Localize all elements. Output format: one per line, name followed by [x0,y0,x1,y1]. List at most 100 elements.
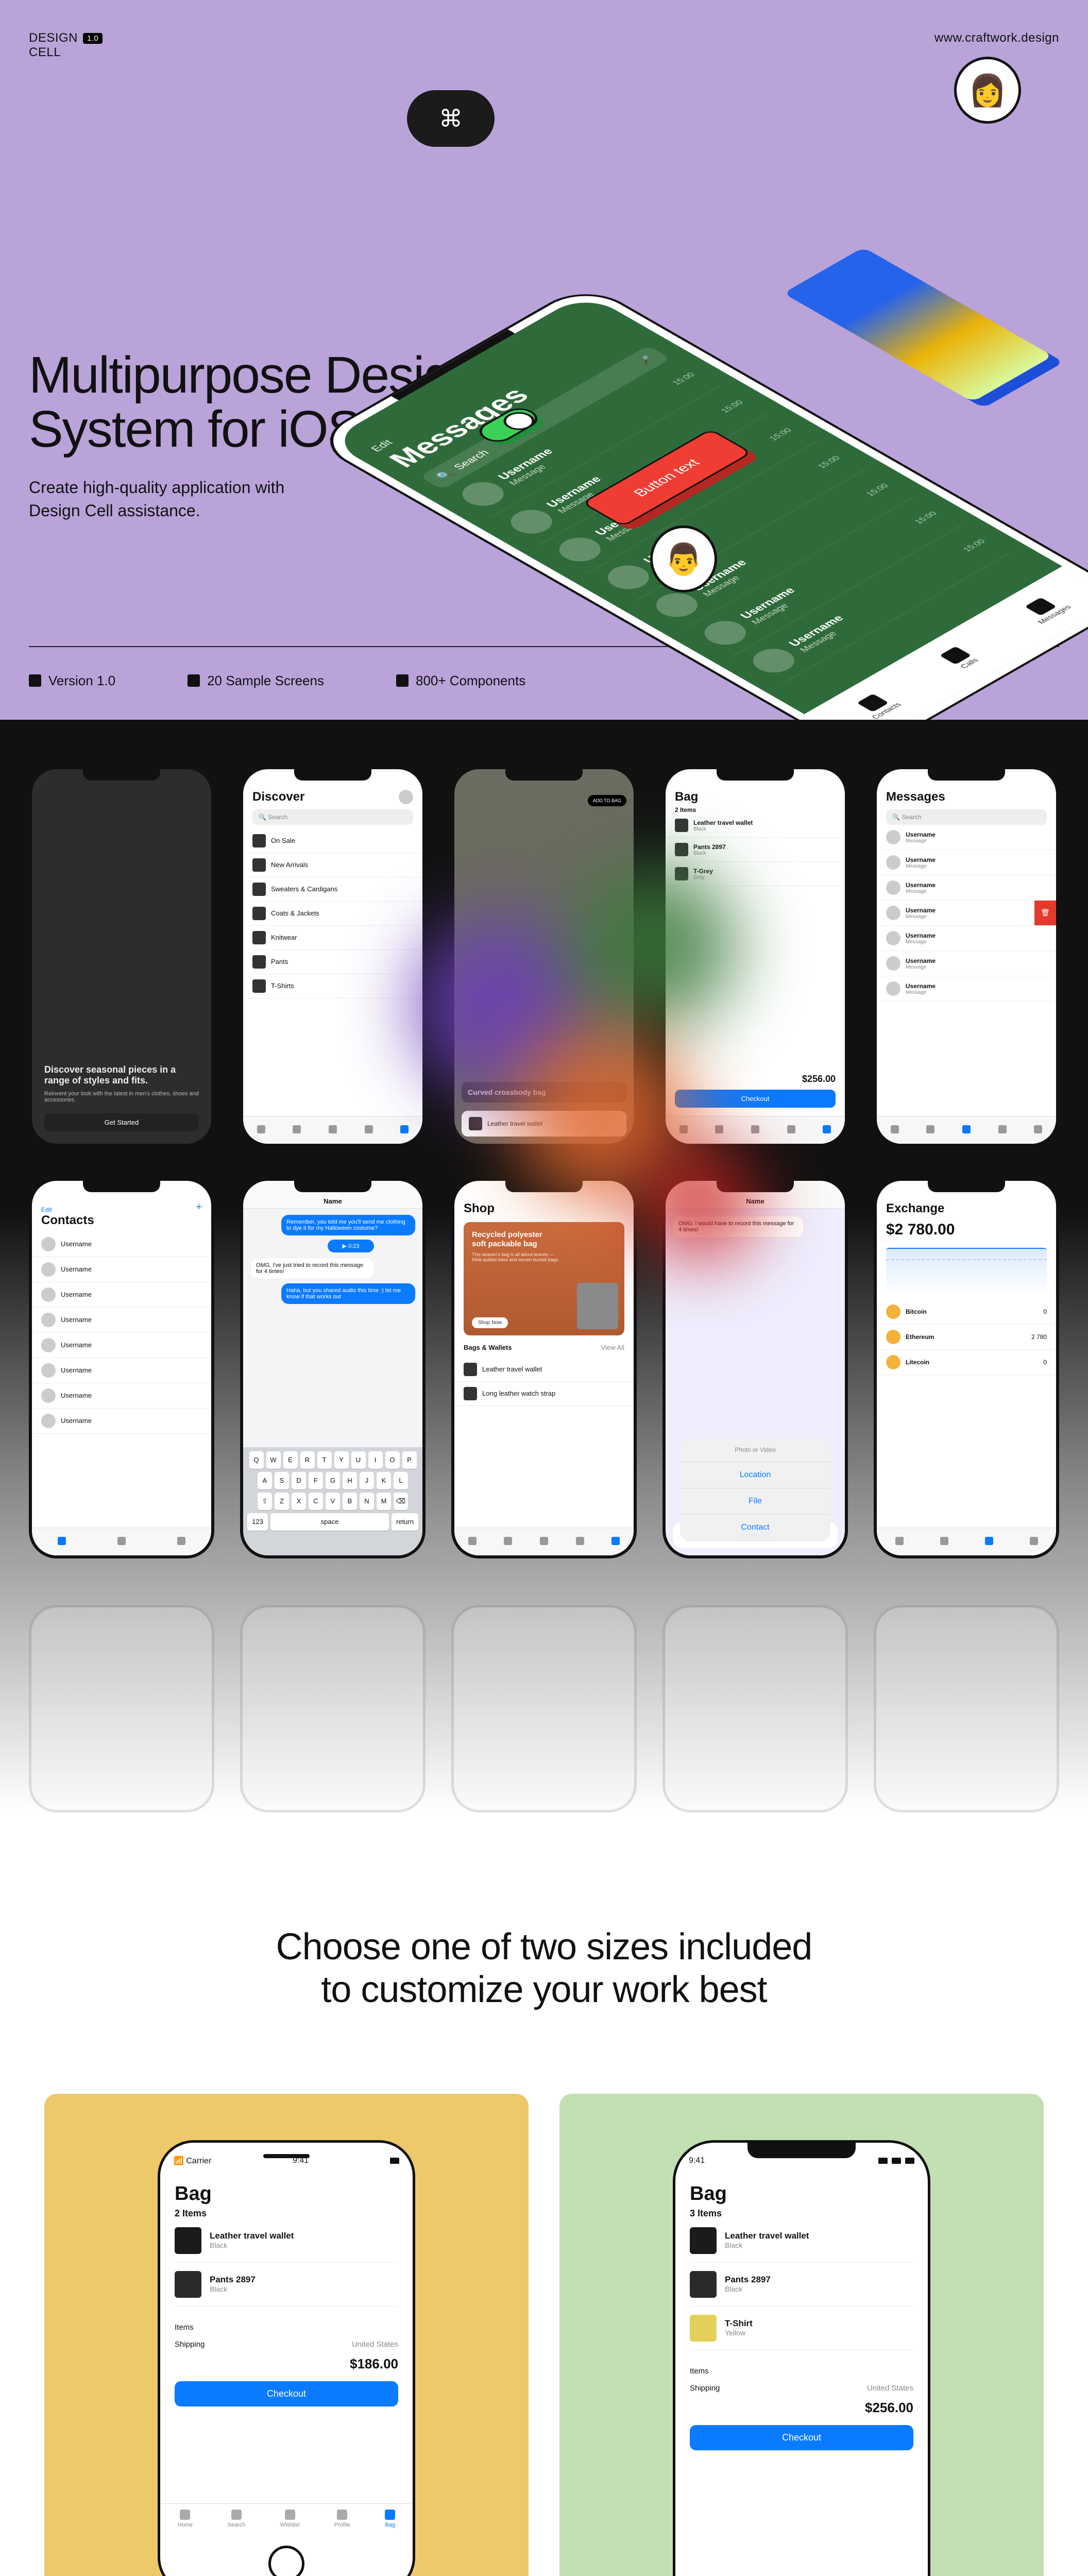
message-row[interactable]: UsernameMessage 15:00 [733,526,1010,685]
search-input[interactable]: 🔍 Search [252,809,413,825]
category-row[interactable]: Sweaters & Cardigans [243,877,422,902]
category-row[interactable]: New Arrivals [243,853,422,877]
mockup-contacts: Edit + Contacts UsernameUsernameUsername… [29,1178,214,1558]
shop-row[interactable]: Long leather watch strap [454,1382,634,1406]
version-badge: 1.0 [83,33,103,44]
contact-row[interactable]: Username [32,1232,211,1257]
alt-product[interactable]: Leather travel wallet [462,1111,626,1137]
search-input[interactable]: 🔍 Search [886,809,1047,825]
command-icon: ⌘ [407,90,495,147]
bag-item[interactable]: Leather travel walletBlack [666,814,845,838]
bag-item[interactable]: Leather travel walletBlack [175,2219,398,2263]
iphone-se-mockup: 📶 Carrier9:41 Bag 2 Items Leather travel… [158,2140,415,2576]
shop-hero-card[interactable]: Recycled polyestersoft packable bag This… [464,1222,624,1335]
tab-bag[interactable]: Bag [385,2510,395,2528]
add-icon[interactable]: + [196,1201,202,1213]
hero-subtitle: Create high-quality application withDesi… [29,476,364,522]
message-row[interactable]: UsernameMessage [877,850,1056,875]
bag-item[interactable]: Pants 2897Black [690,2263,913,2307]
tab-bar [243,1116,422,1144]
contact-row[interactable]: Username [32,1308,211,1333]
tab-home[interactable]: Home [178,2510,193,2528]
sheet-option[interactable]: File [680,1488,830,1515]
ghost-row [29,1605,1059,1812]
delete-swipe[interactable]: 🗑 [1034,901,1056,925]
coin-row[interactable]: Ethereum2 780 [877,1325,1056,1350]
gallery-section: Discover seasonal pieces in a range of s… [0,720,1088,1813]
contact-row[interactable]: Username [32,1282,211,1308]
sheet-option[interactable]: Location [680,1462,830,1488]
size-card-se: 📶 Carrier9:41 Bag 2 Items Leather travel… [44,2094,529,2576]
hero-section: DESIGN 1.0 CELL www.craftwork.design ⌘ 👩… [0,0,1088,720]
contact-row[interactable]: Username [32,1333,211,1358]
tab-messages[interactable]: Messages [1017,594,1073,625]
balance-chart [886,1248,1047,1294]
category-row[interactable]: Pants [243,950,422,974]
components-icon [396,674,409,687]
meta-screens: 20 Sample Screens [188,673,324,689]
screens-icon [188,674,200,687]
mockup-discover: Discover 🔍 Search On SaleNew ArrivalsSwe… [240,766,426,1147]
tab-wishlist[interactable]: Wishlist [280,2510,300,2528]
get-started-button[interactable]: Get Started [44,1113,199,1131]
checkout-button[interactable]: Checkout [675,1090,836,1108]
tab-profile[interactable]: Profile [334,2510,350,2528]
category-row[interactable]: Coats & Jackets [243,902,422,926]
message-row[interactable]: UsernameMessage [877,875,1056,901]
edit-link[interactable]: Edit [41,1206,52,1213]
category-row[interactable]: T-Shirts [243,974,422,998]
message-row[interactable]: UsernameMessage [877,951,1056,976]
sizes-heading: Choose one of two sizes includedto custo… [29,1926,1059,2011]
contact-row[interactable]: Username [32,1257,211,1282]
mockup-chat: Name Remember, you told me you'll send m… [240,1178,426,1558]
tab-search[interactable]: Search [227,2510,245,2528]
contact-row[interactable]: Username [32,1409,211,1434]
message-row[interactable]: UsernameMessage [877,825,1056,850]
message-row[interactable]: UsernameMessage 🗑 [877,901,1056,926]
message-row[interactable]: UsernameMessage [877,926,1056,951]
category-row[interactable]: Knitwear [243,926,422,950]
keyboard[interactable]: QWERTYUIOP ASDFGHJKL ⇧ZXCVBNM⌫ 123spacer… [243,1447,422,1555]
brand-logo: DESIGN 1.0 CELL [29,31,103,60]
bag-item[interactable]: T-GreyGrey [666,862,845,886]
contact-row[interactable]: Username [32,1383,211,1409]
coin-row[interactable]: Bitcoin0 [877,1299,1056,1325]
total-price: $256.00 [690,2400,913,2416]
bag-item[interactable]: T-ShirtYellow [690,2307,913,2350]
bag-item[interactable]: Pants 2897Black [175,2263,398,2307]
checkout-button[interactable]: Checkout [690,2425,913,2450]
mockup-shop: Shop Recycled polyestersoft packable bag… [451,1178,637,1558]
avatar-illustration: 👩 [954,57,1021,124]
mockup-messages: Messages 🔍 Search UsernameMessage Userna… [874,766,1059,1147]
avatar-illustration: 👨 [650,526,717,592]
file-icon [29,674,41,687]
mockup-product: ADD TO BAG Curved crossbody bag Leather … [451,766,637,1147]
contact-row[interactable]: Username [32,1358,211,1383]
message-row[interactable]: UsernameMessage 15:00 [685,498,962,657]
checkout-button[interactable]: Checkout [175,2381,398,2406]
mockup-bag: Bag 2 Items Leather travel walletBlackPa… [662,766,848,1147]
bag-item[interactable]: Leather travel walletBlack [690,2219,913,2263]
sizes-section: Choose one of two sizes includedto custo… [0,1812,1088,2576]
mockup-actionsheet: Name OMG, I would have to record this me… [662,1178,848,1558]
total-price: $186.00 [175,2356,398,2372]
meta-components: 800+ Components [396,673,525,689]
coin-row[interactable]: Litecoin0 [877,1350,1056,1375]
bag-item[interactable]: Pants 2897Black [666,838,845,862]
tab-contacts[interactable]: Contacts [852,691,903,720]
site-url[interactable]: www.craftwork.design [934,31,1059,45]
size-card-pro: 9:41 Bag 3 Items Leather travel walletBl… [559,2094,1044,2576]
tab-calls[interactable]: Calls [940,646,981,670]
home-button[interactable] [268,2546,304,2576]
add-to-bag-pill[interactable]: ADD TO BAG [588,795,626,806]
category-row[interactable]: On Sale [243,829,422,853]
action-sheet: Photo or Video Location File Contact [680,1438,830,1541]
message-row[interactable]: UsernameMessage [877,976,1056,1002]
avatar-icon[interactable] [399,790,413,804]
mockup-onboarding: Discover seasonal pieces in a range of s… [29,766,214,1147]
meta-version: Version 1.0 [29,673,115,689]
shop-row[interactable]: Leather travel wallet [454,1358,634,1382]
mockup-exchange: Exchange $2 780.00 Bitcoin0Ethereum2 780… [874,1178,1059,1558]
sheet-option[interactable]: Contact [680,1515,830,1541]
iphone-11-pro-mockup: 9:41 Bag 3 Items Leather travel walletBl… [673,2140,930,2576]
